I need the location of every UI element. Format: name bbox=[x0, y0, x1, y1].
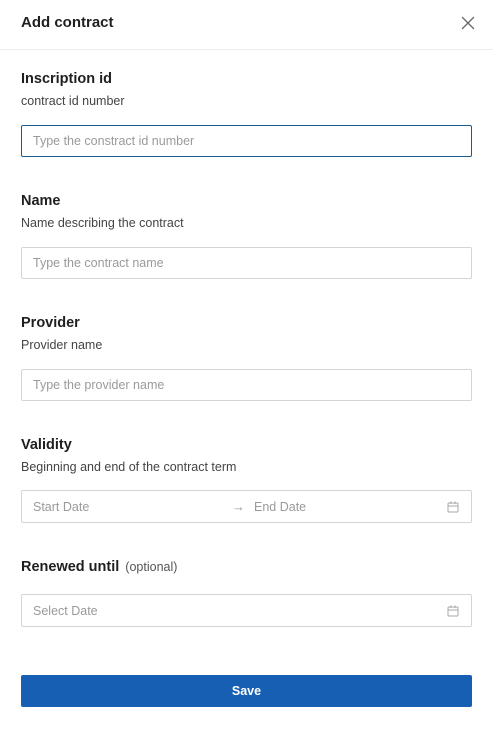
renewed-label-row: Renewed until (optional) bbox=[21, 558, 472, 576]
renewed-date-picker[interactable]: Select Date bbox=[21, 594, 472, 627]
range-separator-icon: → bbox=[232, 499, 245, 514]
inscription-label: Inscription id bbox=[21, 71, 113, 87]
start-date-input[interactable]: Start Date bbox=[33, 499, 89, 515]
name-description: Name describing the contract bbox=[21, 216, 184, 230]
provider-field-group: Provider Provider name bbox=[21, 314, 472, 353]
dialog-header: Add contract bbox=[0, 0, 493, 50]
calendar-icon bbox=[447, 501, 459, 513]
name-field-group: Name Name describing the contract bbox=[21, 192, 472, 231]
name-label: Name bbox=[21, 193, 61, 209]
save-button[interactable]: Save bbox=[21, 675, 472, 707]
close-button[interactable] bbox=[459, 14, 477, 32]
dialog-title: Add contract bbox=[21, 14, 114, 31]
optional-label: (optional) bbox=[125, 560, 178, 574]
provider-label: Provider bbox=[21, 315, 80, 331]
validity-range-picker[interactable]: Start Date → End Date bbox=[21, 490, 472, 523]
provider-description: Provider name bbox=[21, 338, 103, 352]
end-date-input[interactable]: End Date bbox=[254, 499, 306, 515]
close-icon bbox=[459, 14, 477, 32]
validity-description: Beginning and end of the contract term bbox=[21, 460, 237, 474]
provider-name-input[interactable] bbox=[21, 369, 472, 401]
contract-name-input[interactable] bbox=[21, 247, 472, 279]
renewed-label: Renewed until bbox=[21, 559, 120, 575]
renewed-field-group: Renewed until (optional) bbox=[21, 558, 472, 576]
validity-label: Validity bbox=[21, 437, 72, 453]
inscription-id-input[interactable] bbox=[21, 125, 472, 157]
validity-field-group: Validity Beginning and end of the contra… bbox=[21, 436, 472, 475]
calendar-icon bbox=[447, 605, 459, 617]
inscription-field-group: Inscription id contract id number bbox=[21, 70, 472, 109]
inscription-description: contract id number bbox=[21, 94, 125, 108]
renewed-date-input[interactable]: Select Date bbox=[33, 603, 98, 619]
